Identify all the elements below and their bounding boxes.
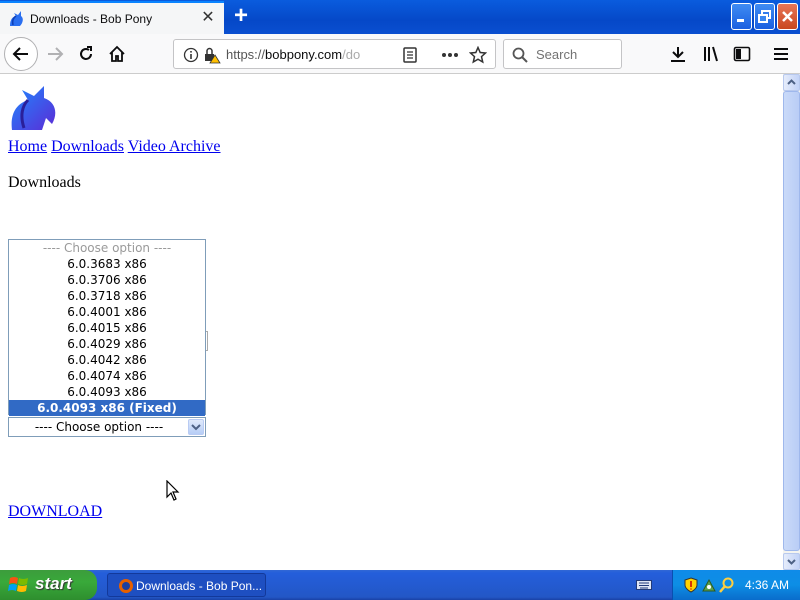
scroll-thumb[interactable] [783,91,800,551]
restore-button[interactable] [754,3,775,30]
sidebar-icon [733,46,751,62]
reload-button[interactable] [71,39,101,69]
dropdown-option[interactable]: 6.0.3683 x86 [9,256,205,272]
taskbar-item-firefox[interactable]: Downloads - Bob Pon... [107,573,266,597]
new-tab-icon[interactable]: + [228,4,254,30]
tab-strip: Downloads - Bob Pony ✕ + [0,0,800,34]
nav-link-video-archive[interactable]: Video Archive [128,138,221,155]
download-link[interactable]: DOWNLOAD [8,503,102,521]
tab-active[interactable]: Downloads - Bob Pony ✕ [0,1,224,34]
select-value: ---- Choose option ---- [34,420,164,434]
chevron-up-icon [787,79,796,85]
search-tray-icon[interactable] [719,577,735,593]
firefox-icon [119,579,133,593]
vertical-scrollbar[interactable] [783,74,800,570]
start-label: start [35,574,72,593]
nav-link-home[interactable]: Home [8,138,47,155]
security-shield-icon[interactable] [683,577,699,593]
menu-button[interactable] [766,39,796,69]
dropdown-option[interactable]: 6.0.4029 x86 [9,336,205,352]
bookmark-star-icon[interactable] [469,46,487,64]
search-input[interactable]: Search [503,39,622,69]
reader-view-icon[interactable] [402,47,418,63]
bobpony-favicon-icon [10,11,23,26]
reload-icon [80,46,92,60]
search-icon [512,47,528,63]
home-button[interactable] [102,39,132,69]
site-nav: Home Downloads Video Archive [8,138,221,156]
library-button[interactable] [696,39,726,69]
lock-warning-icon[interactable] [203,46,221,64]
hamburger-menu-icon [774,48,788,60]
download-arrow-icon [671,47,685,62]
dropdown-option[interactable]: 6.0.4001 x86 [9,304,205,320]
dropdown-option[interactable]: 6.0.4074 x86 [9,368,205,384]
taskbar: start Downloads - Bob Pon... 4:36 AM [0,570,800,600]
close-tab-icon[interactable]: ✕ [198,8,218,28]
arrow-left-icon [12,47,28,61]
version-dropdown-list[interactable]: ---- Choose option ---- 6.0.3683 x86 6.0… [8,239,206,416]
library-icon [704,46,718,62]
start-button[interactable]: start [0,570,97,600]
version-select[interactable]: ---- Choose option ---- [8,417,206,437]
network-icon[interactable] [701,577,717,593]
navigation-toolbar: https://bobpony.com/do Search [0,34,800,74]
select-arrow-button[interactable] [188,419,204,435]
page-actions-icon[interactable] [440,47,460,63]
home-icon [109,45,125,62]
keyboard-icon[interactable] [636,578,652,592]
minimize-icon [737,19,744,22]
tab-title: Downloads - Bob Pony [30,12,153,26]
clock: 4:36 AM [745,578,790,592]
back-button[interactable] [4,37,38,71]
downloads-button[interactable] [663,39,693,69]
url-text: https://bobpony.com/do [226,47,361,62]
dropdown-option[interactable]: 6.0.4042 x86 [9,352,205,368]
sidebar-button[interactable] [727,39,757,69]
mouse-cursor-icon [166,480,180,501]
nav-link-downloads[interactable]: Downloads [51,138,124,155]
taskbar-item-label: Downloads - Bob Pon... [136,579,263,593]
windows-logo-icon [8,577,28,592]
dropdown-option[interactable]: 6.0.3718 x86 [9,288,205,304]
restore-icon [758,10,771,23]
close-icon [782,11,793,22]
forward-button[interactable] [40,39,70,69]
arrow-right-icon [48,47,64,61]
close-window-button[interactable] [777,3,798,30]
chevron-down-icon [787,559,796,565]
scroll-down-button[interactable] [783,553,800,570]
dropdown-option[interactable]: 6.0.3706 x86 [9,272,205,288]
system-tray: 4:36 AM [672,570,800,600]
dropdown-option-selected[interactable]: 6.0.4093 x86 (Fixed) [9,400,205,416]
dropdown-option: ---- Choose option ---- [42,241,172,255]
chevron-down-icon [191,424,201,431]
search-placeholder: Search [536,47,578,62]
dropdown-option[interactable]: 6.0.4015 x86 [9,320,205,336]
minimize-button[interactable] [731,3,752,30]
info-icon[interactable] [183,47,199,63]
page-content: Home Downloads Video Archive Downloads -… [0,74,783,570]
url-bar[interactable]: https://bobpony.com/do [173,39,496,69]
scroll-up-button[interactable] [783,74,800,91]
bobpony-logo-icon[interactable] [8,84,58,132]
dropdown-option[interactable]: 6.0.4093 x86 [9,384,205,400]
page-heading: Downloads [8,174,81,191]
